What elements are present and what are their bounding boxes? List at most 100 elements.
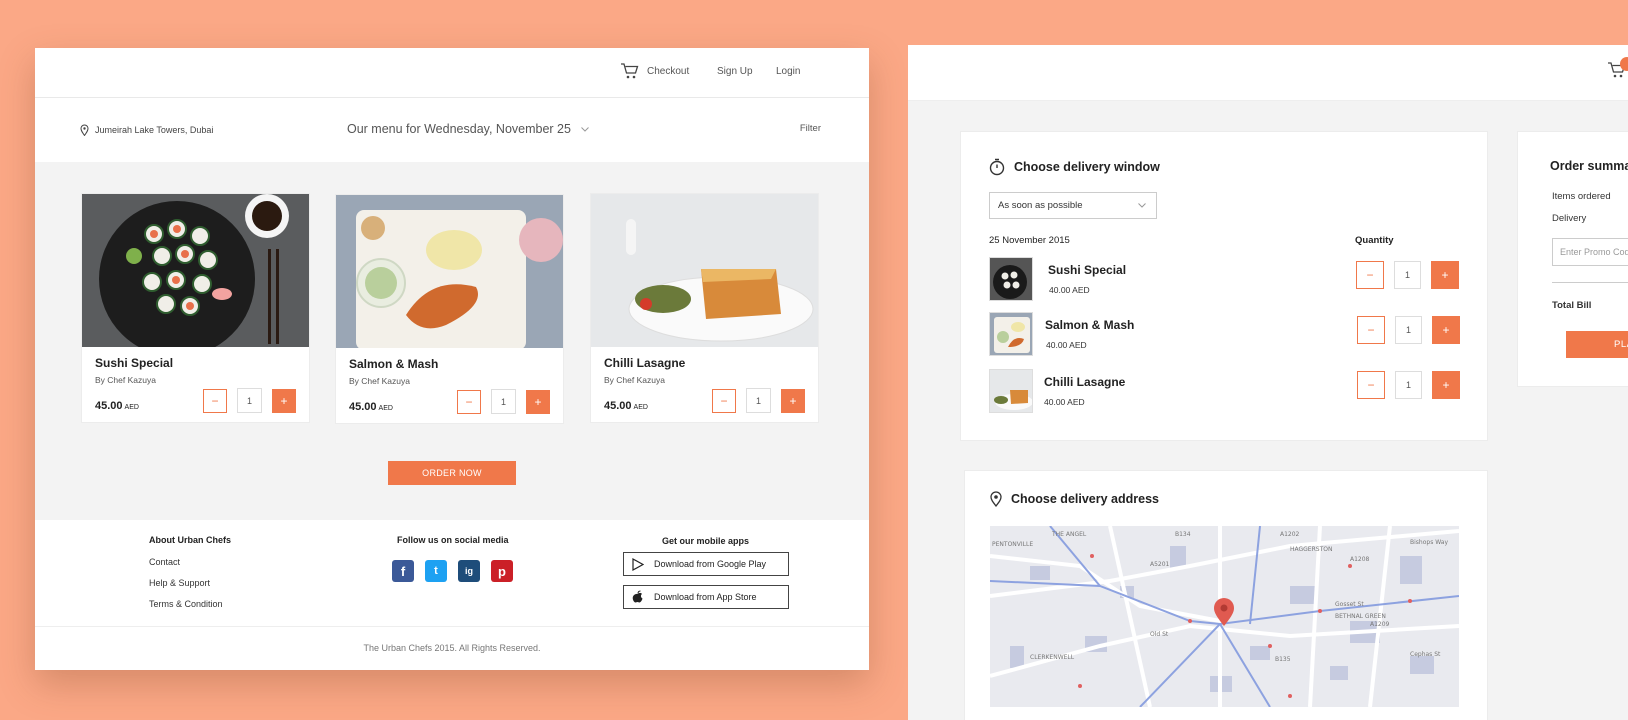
- item-name: Salmon & Mash: [1045, 318, 1135, 332]
- map-label: PENTONVILLE: [992, 541, 1033, 548]
- app-store-label: Download from App Store: [654, 592, 757, 602]
- item-price: 40.00 AED: [1049, 285, 1090, 295]
- map-label: A5201: [1150, 561, 1170, 568]
- decrease-button[interactable]: −: [1357, 316, 1385, 344]
- quantity-value[interactable]: 1: [746, 388, 771, 413]
- signup-link[interactable]: Sign Up: [717, 66, 753, 77]
- cart-icon[interactable]: [620, 62, 640, 80]
- menu-header: Jumeirah Lake Towers, Dubai Our menu for…: [35, 98, 869, 162]
- decrease-button[interactable]: −: [457, 389, 481, 414]
- login-link[interactable]: Login: [776, 66, 800, 77]
- filter-link[interactable]: Filter: [800, 123, 821, 134]
- decrease-button[interactable]: −: [712, 388, 736, 413]
- instagram-icon[interactable]: ig: [458, 560, 480, 582]
- social-title: Follow us on social media: [397, 535, 509, 545]
- location-pin-icon: [990, 491, 1002, 507]
- increase-button[interactable]: +: [526, 389, 550, 414]
- delivery-time-value: As soon as possible: [998, 200, 1083, 211]
- decrease-button[interactable]: −: [1357, 371, 1385, 399]
- quantity-stepper: − 1 +: [457, 389, 550, 414]
- dish-name: Sushi Special: [95, 356, 174, 370]
- lasagne-image: [591, 194, 818, 347]
- dish-name: Salmon & Mash: [349, 357, 439, 371]
- apps-title: Get our mobile apps: [662, 536, 750, 546]
- map-label: CLERKENWELL: [1030, 654, 1075, 661]
- dish-price: 45.00 AED: [95, 400, 139, 412]
- salmon-thumbnail: [989, 312, 1033, 356]
- dish-price: 45.00 AED: [604, 400, 648, 412]
- top-nav: [908, 45, 1628, 101]
- top-nav: Checkout Sign Up Login: [35, 48, 869, 98]
- twitter-icon[interactable]: t: [425, 560, 447, 582]
- item-price: 40.00 AED: [1044, 397, 1085, 407]
- location-selector[interactable]: Jumeirah Lake Towers, Dubai: [80, 124, 213, 136]
- map-label: A1208: [1350, 556, 1370, 563]
- quantity-value[interactable]: 1: [1395, 371, 1422, 399]
- about-title: About Urban Chefs: [149, 535, 231, 545]
- quantity-stepper: − 1 +: [1357, 316, 1460, 344]
- cart-count-badge: [1620, 57, 1628, 71]
- pinterest-icon[interactable]: p: [491, 560, 513, 582]
- order-summary-panel: Order summar Items ordered Delivery Ente…: [1517, 131, 1628, 387]
- item-price: 40.00 AED: [1046, 340, 1087, 350]
- app-store-button[interactable]: Download from App Store: [623, 585, 789, 609]
- quantity-value[interactable]: 1: [491, 389, 516, 414]
- increase-button[interactable]: +: [781, 388, 805, 413]
- contact-link[interactable]: Contact: [149, 557, 180, 567]
- map-label: Gosset St: [1335, 601, 1364, 608]
- quantity-value[interactable]: 1: [1395, 316, 1422, 344]
- menu-date-selector[interactable]: Our menu for Wednesday, November 25: [347, 122, 589, 136]
- delivery-map[interactable]: THE ANGEL PENTONVILLE HAGGERSTON BETHNAL…: [990, 526, 1459, 707]
- dish-name: Chilli Lasagne: [604, 356, 686, 370]
- help-link[interactable]: Help & Support: [149, 578, 210, 588]
- map-label: Cephas St: [1410, 651, 1441, 658]
- quantity-stepper: − 1 +: [1357, 371, 1460, 399]
- menu-card: Sushi Special By Chef Kazuya 45.00 AED − …: [81, 193, 310, 423]
- copyright-bar: The Urban Chefs 2015. All Rights Reserve…: [35, 626, 869, 670]
- social-icons: f t ig p: [392, 560, 513, 582]
- place-order-button[interactable]: PLAC: [1566, 331, 1628, 358]
- location-pin-icon: [80, 124, 89, 136]
- delivery-address-panel: Choose delivery address THE ANGEL PENTON…: [964, 470, 1488, 720]
- increase-button[interactable]: +: [272, 388, 296, 413]
- map-label: A1202: [1280, 531, 1300, 538]
- map-label: A1209: [1370, 621, 1390, 628]
- increase-button[interactable]: +: [1432, 316, 1460, 344]
- increase-button[interactable]: +: [1432, 371, 1460, 399]
- order-summary-title: Order summar: [1550, 159, 1628, 173]
- site-footer: About Urban Chefs Contact Help & Support…: [35, 520, 869, 670]
- salmon-image: [336, 195, 563, 348]
- delivery-date: 25 November 2015: [989, 235, 1070, 246]
- google-play-button[interactable]: Download from Google Play: [623, 552, 789, 576]
- map-label: Old St: [1150, 631, 1169, 638]
- decrease-button[interactable]: −: [1356, 261, 1384, 289]
- checkout-link[interactable]: Checkout: [647, 66, 689, 77]
- location-text: Jumeirah Lake Towers, Dubai: [95, 125, 214, 135]
- increase-button[interactable]: +: [1431, 261, 1459, 289]
- quantity-value[interactable]: 1: [1394, 261, 1421, 289]
- promo-code-input[interactable]: Enter Promo Code: [1552, 238, 1628, 266]
- quantity-stepper: − 1 +: [712, 388, 805, 413]
- delivery-time-select[interactable]: As soon as possible: [989, 192, 1157, 219]
- delivery-window-panel: Choose delivery window As soon as possib…: [960, 131, 1488, 441]
- dish-price: 45.00 AED: [349, 401, 393, 413]
- facebook-icon[interactable]: f: [392, 560, 414, 582]
- quantity-header: Quantity: [1355, 235, 1394, 246]
- terms-link[interactable]: Terms & Condition: [149, 599, 223, 609]
- delivery-window-label: Choose delivery window: [1014, 160, 1160, 174]
- total-bill-label: Total Bill: [1552, 300, 1592, 311]
- decrease-button[interactable]: −: [203, 388, 227, 413]
- items-ordered-label: Items ordered: [1552, 191, 1611, 202]
- menu-card: Salmon & Mash By Chef Kazuya 45.00 AED − …: [335, 194, 564, 424]
- apple-icon: [632, 590, 643, 603]
- quantity-value[interactable]: 1: [237, 388, 262, 413]
- order-now-button[interactable]: ORDER NOW: [388, 461, 516, 485]
- delivery-window-title: Choose delivery window: [989, 158, 1160, 176]
- map-label: BETHNAL GREEN: [1335, 613, 1386, 620]
- menu-card: Chilli Lasagne By Chef Kazuya 45.00 AED −…: [590, 193, 819, 423]
- map-label: B135: [1275, 656, 1291, 663]
- chevron-down-icon: [1138, 203, 1146, 208]
- desktop-menu-page: Checkout Sign Up Login Jumeirah Lake Tow…: [35, 48, 869, 670]
- delivery-label: Delivery: [1552, 213, 1587, 224]
- checkout-page: Choose delivery window As soon as possib…: [908, 45, 1628, 720]
